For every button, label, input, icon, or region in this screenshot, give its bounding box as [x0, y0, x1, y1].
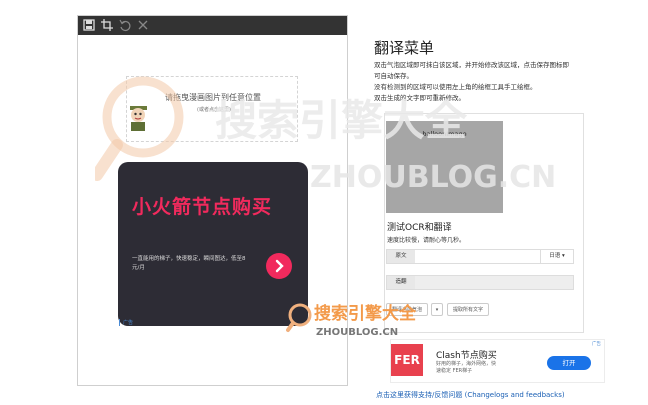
ad-open-button[interactable]: 打开 — [547, 356, 591, 370]
balloon-label: balloonImage — [422, 130, 467, 138]
menu-title: 翻译菜单 — [374, 39, 435, 57]
original-text-row: 原文 日语 ▾ — [386, 249, 574, 264]
ocr-section-subtitle: 速度比较慢，请耐心等几秒。 — [387, 237, 466, 244]
instruction-line: 双击生成的文字即可重新修改。 — [374, 94, 465, 102]
original-label: 原文 — [387, 250, 416, 263]
extract-all-button[interactable]: 提取所有文字 — [447, 303, 489, 316]
ocr-demo-panel: balloonImage 测试OCR和翻译 速度比较慢，请耐心等几秒。 原文 日… — [384, 113, 584, 333]
recommend-ad[interactable]: FER Clash节点购买 好用的梯子，海外网络，快速稳定 FER梯子 打开 广… — [390, 339, 605, 383]
editor-panel: 请拖曳漫画图片到任意位置 (或者点击这里) 小火箭节点购买 一直能用的梯子，快速… — [77, 15, 348, 386]
toolbar — [78, 16, 347, 35]
language-select[interactable]: 日语 ▾ — [540, 250, 573, 263]
ad-logo: FER — [391, 344, 423, 376]
ad-description: 一直能用的梯子，快速稳定，瞬间图达，低至8元/月 — [132, 256, 246, 271]
crop-icon[interactable] — [100, 18, 114, 32]
translation-label: 造翻 — [387, 276, 416, 289]
save-icon[interactable] — [82, 18, 96, 32]
balloon-image[interactable]: balloonImage — [386, 121, 503, 213]
adchoices-icon[interactable]: 广告 — [592, 341, 601, 347]
mascot-image — [130, 106, 147, 131]
ad-label: 广告 — [119, 319, 133, 326]
translation-row: 造翻 — [386, 275, 574, 290]
ocr-section-title: 测试OCR和翻译 — [387, 223, 452, 233]
instruction-line: 没有检测到的区域可以使用左上角的绘框工具手工绘框。 — [374, 83, 537, 91]
translate-dropdown-button[interactable]: ▾ — [431, 303, 443, 316]
ad-description: 好用的梯子，海外网络，快速稳定 FER梯子 — [436, 361, 497, 374]
ad-go-button[interactable] — [266, 253, 292, 279]
feedback-link[interactable]: 点击这里获得支持/反馈问题 (Changelogs and feedbacks) — [376, 390, 565, 400]
instruction-line: 双击气泡区域即可抹白该区域，并开始修改该区域，点击保存图标即 — [374, 61, 569, 69]
dropzone-subtitle[interactable]: (或者点击这里) — [197, 106, 231, 113]
close-icon[interactable] — [136, 18, 150, 32]
chevron-right-icon — [275, 259, 284, 273]
dropzone-title: 请拖曳漫画图片到任意位置 — [165, 93, 261, 102]
undo-icon[interactable] — [118, 18, 132, 32]
promo-ad-card[interactable]: 小火箭节点购买 一直能用的梯子，快速稳定，瞬间图达，低至8元/月 — [118, 162, 308, 326]
original-text-field[interactable] — [415, 250, 541, 263]
instruction-line: 可自动保存。 — [374, 72, 413, 80]
upload-dropzone[interactable]: 请拖曳漫画图片到任意位置 (或者点击这里) — [126, 76, 298, 142]
translation-field[interactable] — [415, 276, 573, 289]
ad-title: Clash节点购买 — [436, 351, 497, 361]
ad-title: 小火箭节点购买 — [132, 196, 273, 218]
translate-bubble-button[interactable]: 翻译当前气泡 — [386, 303, 428, 316]
